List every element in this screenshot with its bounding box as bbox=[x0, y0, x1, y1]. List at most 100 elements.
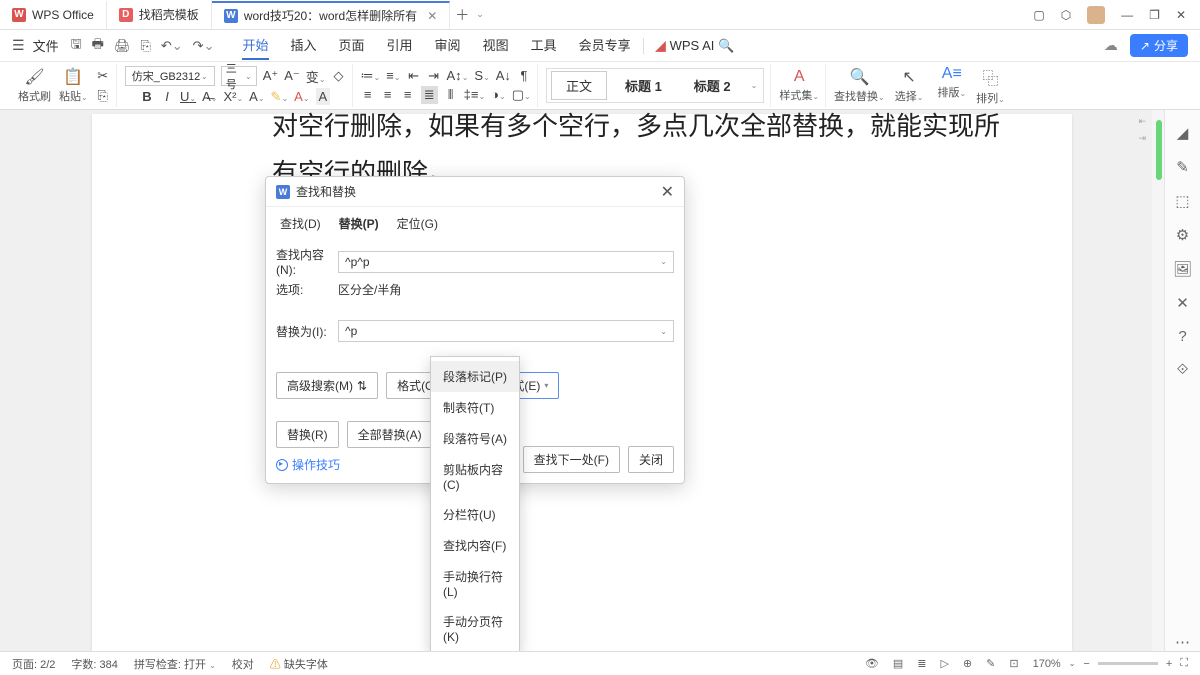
dropdown-clipboard-content[interactable]: 剪贴板内容(C) bbox=[431, 454, 519, 499]
replace-button[interactable]: 替换(R) bbox=[276, 421, 339, 448]
bullet-list-icon[interactable]: ≔⌄ bbox=[361, 68, 381, 84]
page-layout-icon[interactable]: ▤ bbox=[893, 657, 903, 670]
dialog-close-button[interactable]: 关闭 bbox=[628, 446, 674, 473]
status-word-count[interactable]: 字数: 384 bbox=[71, 656, 117, 672]
zoom-slider[interactable] bbox=[1098, 662, 1158, 665]
find-input[interactable]: ^p^p ⌄ bbox=[338, 251, 674, 273]
replace-input[interactable]: ^p ⌄ bbox=[338, 320, 674, 342]
vertical-scrollbar[interactable] bbox=[1152, 110, 1164, 651]
find-dropdown-icon[interactable]: ⌄ bbox=[660, 257, 667, 266]
avatar[interactable] bbox=[1087, 6, 1105, 24]
dropdown-manual-page-break[interactable]: 手动分页符(K) bbox=[431, 606, 519, 651]
layout-button[interactable]: A≡ 排版⌄ bbox=[937, 65, 966, 106]
tab-current-document[interactable]: W word技巧20：word怎样删除所有 ✕ bbox=[212, 1, 450, 29]
style-heading2[interactable]: 标题 2 bbox=[680, 72, 745, 99]
menu-page[interactable]: 页面 bbox=[339, 31, 365, 60]
align-center-icon[interactable]: ≡ bbox=[381, 87, 395, 102]
hamburger-icon[interactable]: ☰ bbox=[12, 37, 25, 54]
print-icon[interactable]: 🖨 bbox=[114, 38, 131, 54]
dialog-titlebar[interactable]: W 查找和替换 ✕ bbox=[266, 177, 684, 207]
outline-icon[interactable]: ≣ bbox=[917, 657, 926, 670]
image-sidebar-icon[interactable]: 🖼 bbox=[1173, 260, 1192, 278]
italic-button[interactable]: I bbox=[160, 89, 174, 104]
highlight-button[interactable]: ✎⌄ bbox=[271, 89, 289, 105]
zoom-in-icon[interactable]: + bbox=[1166, 658, 1172, 670]
increase-font-icon[interactable]: A⁺ bbox=[263, 68, 279, 84]
zoom-value[interactable]: 170% bbox=[1033, 658, 1061, 670]
align-left-icon[interactable]: ≡ bbox=[361, 87, 375, 102]
menu-view[interactable]: 视图 bbox=[483, 31, 509, 60]
status-proof[interactable]: 校对 bbox=[232, 656, 254, 672]
minimize-icon[interactable]: — bbox=[1121, 8, 1133, 22]
tab-replace[interactable]: 替换(P) bbox=[339, 213, 379, 234]
align-justify-icon[interactable]: ≣ bbox=[421, 86, 438, 104]
arrange-button[interactable]: ⿻ 排列⌄ bbox=[976, 65, 1005, 106]
tab-list-dropdown-icon[interactable]: ⌄ bbox=[476, 9, 484, 20]
bold-button[interactable]: B bbox=[140, 89, 154, 104]
decrease-font-icon[interactable]: A⁻ bbox=[284, 68, 300, 84]
dropdown-column-break[interactable]: 分栏符(U) bbox=[431, 499, 519, 530]
dropdown-manual-line-break[interactable]: 手动换行符(L) bbox=[431, 561, 519, 606]
select-button[interactable]: ↖ 选择⌄ bbox=[895, 67, 924, 104]
distribute-icon[interactable]: ⫴ bbox=[444, 87, 458, 103]
char-shading-button[interactable]: A bbox=[316, 88, 331, 105]
status-spellcheck[interactable]: 拼写检查: 打开 ⌄ bbox=[134, 656, 216, 672]
status-missing-font[interactable]: ⚠ 缺失字体 bbox=[270, 656, 328, 672]
font-size-select[interactable]: 三号⌄ bbox=[221, 66, 257, 86]
paste-button[interactable]: 📋 粘贴⌄ bbox=[59, 67, 88, 104]
fullscreen-icon[interactable]: ⛶ bbox=[1180, 657, 1188, 670]
close-window-icon[interactable]: ✕ bbox=[1176, 8, 1186, 22]
font-family-select[interactable]: 仿宋_GB2312⌄ bbox=[125, 66, 215, 86]
file-menu[interactable]: 文件 bbox=[33, 36, 59, 55]
tab-find[interactable]: 查找(D) bbox=[280, 213, 321, 234]
sort-icon[interactable]: S⌄ bbox=[474, 68, 489, 83]
export-icon[interactable]: ⎘ bbox=[140, 38, 150, 54]
menu-insert[interactable]: 插入 bbox=[291, 31, 317, 60]
advanced-search-button[interactable]: 高级搜索(M) ⇅ bbox=[276, 372, 378, 399]
superscript-button[interactable]: X²⌄ bbox=[223, 89, 243, 104]
search-icon[interactable]: 🔍 bbox=[718, 38, 734, 54]
print-preview-icon[interactable]: 🖶 bbox=[92, 35, 104, 57]
draft-icon[interactable]: ✎ bbox=[986, 657, 995, 670]
status-page[interactable]: 页面: 2/2 bbox=[12, 656, 55, 672]
align-right-icon[interactable]: ≡ bbox=[401, 87, 415, 102]
find-replace-button[interactable]: 🔍 查找替换⌄ bbox=[834, 67, 885, 104]
menu-review[interactable]: 审阅 bbox=[435, 31, 461, 60]
shading-icon[interactable]: ◑⌄ bbox=[491, 87, 506, 102]
cloud-sync-icon[interactable]: ☁ bbox=[1104, 37, 1118, 54]
zoom-out-icon[interactable]: − bbox=[1083, 658, 1089, 670]
cut-icon[interactable]: ✂ bbox=[96, 68, 110, 84]
style-heading1[interactable]: 标题 1 bbox=[611, 72, 676, 99]
add-tab-button[interactable]: ＋ bbox=[450, 5, 474, 25]
borders-icon[interactable]: ▢⌄ bbox=[512, 87, 531, 103]
number-list-icon[interactable]: ≡⌄ bbox=[386, 68, 400, 83]
text-direction-icon[interactable]: A↕⌄ bbox=[447, 68, 469, 83]
show-marks-icon[interactable]: ¶ bbox=[517, 68, 531, 83]
increase-indent-icon[interactable]: ⇥ bbox=[427, 68, 441, 84]
sort-az-icon[interactable]: A↓ bbox=[496, 68, 511, 83]
zoom-dropdown-icon[interactable]: ⌄ bbox=[1069, 659, 1076, 668]
find-next-button[interactable]: 查找下一处(F) bbox=[523, 446, 620, 473]
menu-ref[interactable]: 引用 bbox=[387, 31, 413, 60]
eye-icon[interactable]: 👁 bbox=[865, 657, 879, 670]
styles-button[interactable]: A 样式集⌄ bbox=[779, 68, 819, 103]
replace-dropdown-icon[interactable]: ⌄ bbox=[660, 327, 667, 336]
decrease-indent-icon[interactable]: ⇤ bbox=[407, 68, 421, 84]
select-sidebar-icon[interactable]: ⬚ bbox=[1175, 192, 1189, 210]
style-body[interactable]: 正文 bbox=[551, 71, 607, 100]
edit-sidebar-icon[interactable]: ✎ bbox=[1176, 158, 1189, 176]
web-layout-icon[interactable]: ⊕ bbox=[963, 657, 972, 670]
ai-sidebar-icon[interactable]: ◢ bbox=[1177, 124, 1189, 142]
menu-start[interactable]: 开始 bbox=[242, 31, 268, 60]
app-grid-icon[interactable]: ▢ bbox=[1033, 8, 1044, 22]
change-case-icon[interactable]: 变⌄ bbox=[306, 67, 326, 86]
operation-tip[interactable]: 操作技巧 bbox=[276, 456, 433, 473]
help-sidebar-icon[interactable]: ? bbox=[1178, 328, 1186, 345]
replace-all-button[interactable]: 全部替换(A) bbox=[347, 421, 433, 448]
undo-icon[interactable]: ↶⌄ bbox=[161, 38, 183, 54]
tab-daoke-templates[interactable]: D 找稻壳模板 bbox=[107, 1, 212, 29]
font-color-button[interactable]: A⌄ bbox=[294, 89, 309, 104]
text-effect-button[interactable]: A⌄ bbox=[249, 89, 264, 104]
tab-wps-office[interactable]: W WPS Office bbox=[0, 1, 107, 29]
dropdown-tab-char[interactable]: 制表符(T) bbox=[431, 392, 519, 423]
